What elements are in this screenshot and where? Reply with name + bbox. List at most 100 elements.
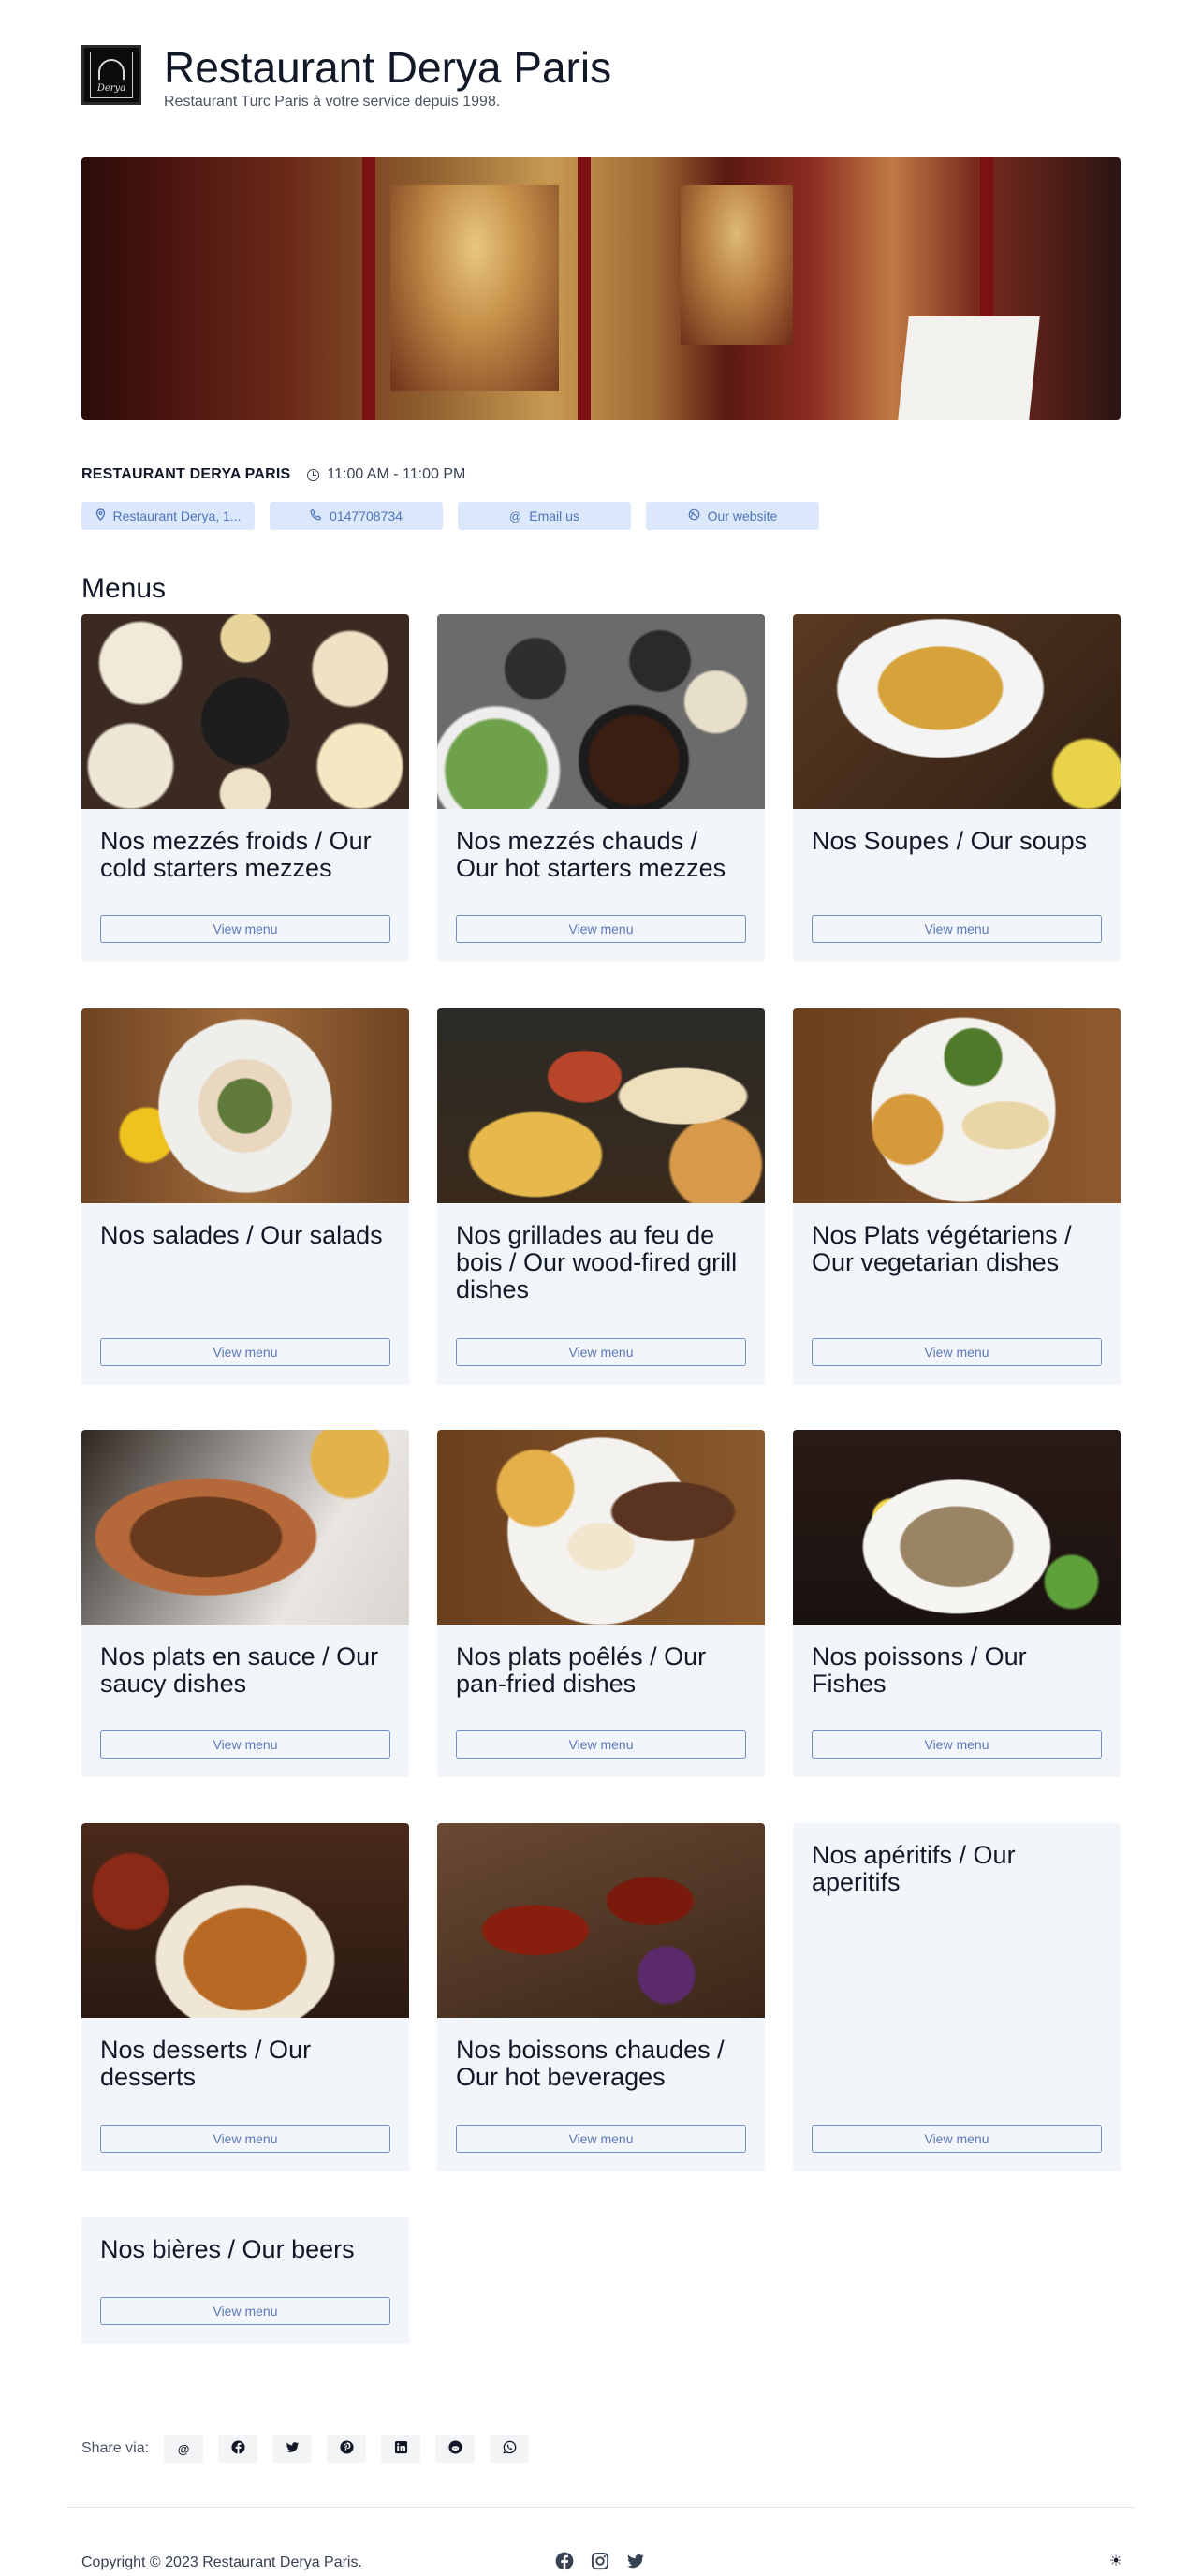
menu-card[interactable]: Nos mezzés chauds / Our hot starters mez… bbox=[437, 614, 765, 962]
menus-heading: Menus bbox=[81, 573, 167, 604]
menu-card[interactable]: Nos poissons / Our Fishes View menu bbox=[793, 1430, 1121, 1777]
menu-card[interactable]: Nos mezzés froids / Our cold starters me… bbox=[81, 614, 409, 962]
menu-card-image bbox=[81, 1430, 409, 1625]
view-menu-button[interactable]: View menu bbox=[456, 1730, 746, 1759]
view-menu-button[interactable]: View menu bbox=[456, 1338, 746, 1366]
hours-text: 11:00 AM - 11:00 PM bbox=[327, 466, 466, 482]
share-pinterest-button[interactable] bbox=[327, 2435, 367, 2463]
view-menu-button[interactable]: View menu bbox=[100, 1338, 390, 1366]
view-menu-button[interactable]: View menu bbox=[812, 2125, 1102, 2153]
phone-link[interactable]: 0147708734 bbox=[270, 502, 443, 530]
phone-text: 0147708734 bbox=[330, 508, 403, 523]
logo-arch-shape bbox=[98, 59, 125, 80]
twitter-icon[interactable] bbox=[625, 2551, 646, 2571]
restaurant-name: RESTAURANT DERYA PARIS bbox=[81, 466, 291, 482]
menu-card-title: Nos mezzés chauds / Our hot starters mez… bbox=[456, 827, 726, 882]
twitter-icon bbox=[286, 2440, 300, 2457]
instagram-icon[interactable] bbox=[590, 2551, 610, 2571]
menu-card[interactable]: Nos plats poêlés / Our pan-fried dishes … bbox=[437, 1430, 765, 1777]
email-text: Email us bbox=[529, 508, 579, 523]
share-bar: Share via: @ bbox=[81, 2435, 544, 2463]
menu-card-image bbox=[81, 1008, 409, 1203]
menu-card-title: Nos mezzés froids / Our cold starters me… bbox=[100, 827, 372, 882]
hero-door-frame bbox=[578, 157, 591, 420]
website-text: Our website bbox=[707, 508, 778, 523]
menu-card-title: Nos Soupes / Our soups bbox=[812, 827, 1088, 855]
share-facebook-button[interactable] bbox=[218, 2435, 258, 2463]
facebook-icon bbox=[231, 2440, 245, 2457]
map-pin-icon bbox=[95, 508, 106, 523]
share-whatsapp-button[interactable] bbox=[490, 2435, 530, 2463]
header-text: Restaurant Derya Paris Restaurant Turc P… bbox=[164, 43, 611, 110]
reddit-icon bbox=[448, 2440, 462, 2457]
view-menu-button[interactable]: View menu bbox=[100, 2125, 390, 2153]
menu-card-title: Nos bières / Our beers bbox=[100, 2235, 355, 2263]
share-linkedin-button[interactable] bbox=[381, 2435, 421, 2463]
share-email-button[interactable]: @ bbox=[164, 2435, 204, 2463]
email-icon: @ bbox=[177, 2441, 190, 2456]
email-link[interactable]: @ Email us bbox=[458, 502, 631, 530]
menu-card-title: Nos desserts / Our desserts bbox=[100, 2036, 312, 2091]
menu-card[interactable]: Nos apéritifs / Our aperitifs View menu bbox=[793, 1823, 1121, 2171]
facebook-icon[interactable] bbox=[554, 2551, 575, 2571]
menu-card-image bbox=[793, 1430, 1121, 1625]
share-reddit-button[interactable] bbox=[435, 2435, 476, 2463]
clock-icon bbox=[307, 468, 320, 481]
menu-card-title: Nos Plats végétariens / Our vegetarian d… bbox=[812, 1221, 1072, 1276]
menu-card-image bbox=[793, 614, 1121, 809]
view-menu-button[interactable]: View menu bbox=[812, 1730, 1102, 1759]
view-menu-button[interactable]: View menu bbox=[100, 915, 390, 943]
menu-card[interactable]: Nos plats en sauce / Our saucy dishes Vi… bbox=[81, 1430, 409, 1777]
menu-card[interactable]: Nos bières / Our beers View menu bbox=[81, 2217, 409, 2344]
menu-card-title: Nos apéritifs / Our aperitifs bbox=[812, 1841, 1016, 1896]
whatsapp-icon bbox=[503, 2440, 517, 2457]
website-link[interactable]: Our website bbox=[646, 502, 819, 530]
address-link[interactable]: Restaurant Derya, 1... bbox=[81, 502, 255, 530]
share-twitter-button[interactable] bbox=[272, 2435, 313, 2463]
menu-card-title: Nos boissons chaudes / Our hot beverages bbox=[456, 2036, 725, 2091]
menu-card[interactable]: Nos grillades au feu de bois / Our wood-… bbox=[437, 1008, 765, 1385]
menu-card[interactable]: Nos Soupes / Our soups View menu bbox=[793, 614, 1121, 962]
globe-icon bbox=[688, 508, 700, 523]
view-menu-button[interactable]: View menu bbox=[100, 2297, 390, 2325]
logo-emblem: Derya bbox=[90, 52, 133, 98]
hero-window-light bbox=[681, 185, 793, 345]
hero-window-light bbox=[390, 185, 559, 391]
at-icon: @ bbox=[509, 508, 522, 523]
view-menu-button[interactable]: View menu bbox=[456, 915, 746, 943]
view-menu-button[interactable]: View menu bbox=[100, 1730, 390, 1759]
menu-card[interactable]: Nos boissons chaudes / Our hot beverages… bbox=[437, 1823, 765, 2171]
opening-hours: 11:00 AM - 11:00 PM bbox=[307, 466, 465, 483]
sun-icon[interactable]: ☀ bbox=[1107, 2553, 1124, 2569]
menu-card-title: Nos plats poêlés / Our pan-fried dishes bbox=[456, 1642, 707, 1698]
footer-divider bbox=[66, 2507, 1136, 2508]
contact-chips: Restaurant Derya, 1... 0147708734 @ Emai… bbox=[81, 502, 819, 530]
menu-card-image bbox=[793, 1008, 1121, 1203]
menu-card[interactable]: Nos salades / Our salads View menu bbox=[81, 1008, 409, 1385]
view-menu-button[interactable]: View menu bbox=[456, 2125, 746, 2153]
menu-card-image bbox=[437, 614, 765, 809]
restaurant-logo[interactable]: Derya bbox=[81, 45, 141, 105]
menu-card[interactable]: Nos desserts / Our desserts View menu bbox=[81, 1823, 409, 2171]
hero-image bbox=[81, 157, 1121, 420]
menu-card-image bbox=[81, 1823, 409, 2018]
linkedin-icon bbox=[394, 2440, 408, 2457]
view-menu-button[interactable]: View menu bbox=[812, 915, 1102, 943]
pinterest-icon bbox=[340, 2440, 354, 2457]
site-subtitle: Restaurant Turc Paris à votre service de… bbox=[164, 94, 501, 110]
menu-card-title: Nos poissons / Our Fishes bbox=[812, 1642, 1027, 1698]
menu-card-image bbox=[437, 1823, 765, 2018]
menu-card-image bbox=[81, 614, 409, 809]
menu-card-title: Nos plats en sauce / Our saucy dishes bbox=[100, 1642, 379, 1698]
copyright-text: Copyright © 2023 Restaurant Derya Paris. bbox=[81, 2554, 362, 2570]
logo-text: Derya bbox=[96, 83, 126, 94]
site-header: Derya Restaurant Derya Paris Restaurant … bbox=[81, 43, 611, 110]
view-menu-button[interactable]: View menu bbox=[812, 1338, 1102, 1366]
menu-card-image bbox=[437, 1430, 765, 1625]
address-text: Restaurant Derya, 1... bbox=[112, 508, 242, 523]
footer-social-links bbox=[554, 2551, 646, 2571]
share-label: Share via: bbox=[81, 2440, 150, 2456]
restaurant-info: RESTAURANT DERYA PARIS 11:00 AM - 11:00 … bbox=[81, 466, 465, 483]
menu-card-title: Nos salades / Our salads bbox=[100, 1221, 383, 1249]
menu-card[interactable]: Nos Plats végétariens / Our vegetarian d… bbox=[793, 1008, 1121, 1385]
